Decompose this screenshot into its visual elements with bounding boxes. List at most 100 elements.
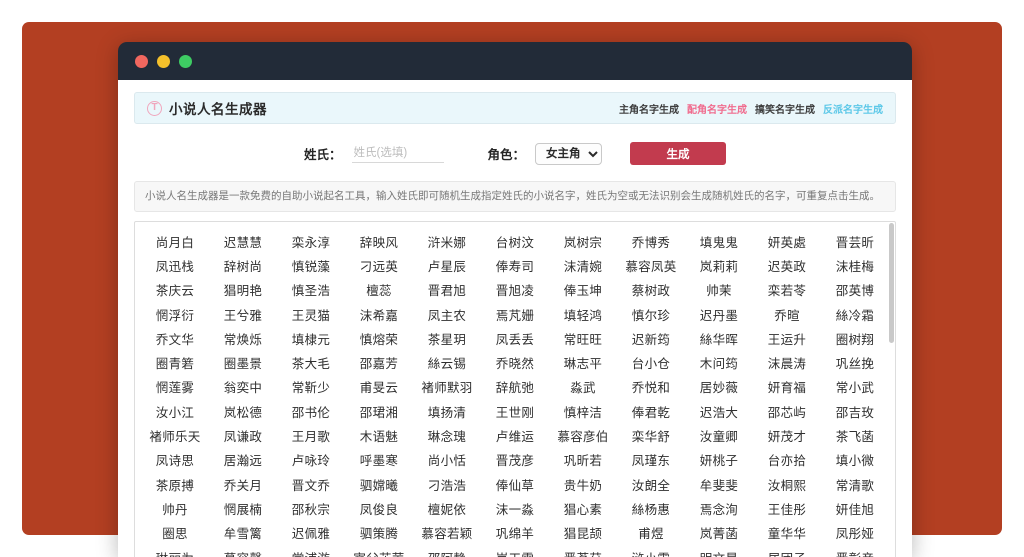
name-cell[interactable]: 沫清婉 xyxy=(549,255,617,279)
name-cell[interactable]: 慕容馨 xyxy=(209,547,277,557)
name-cell[interactable]: 晋文乔 xyxy=(277,474,345,498)
name-cell[interactable]: 尚月白 xyxy=(141,231,209,255)
name-cell[interactable]: 台亦拾 xyxy=(753,449,821,473)
name-cell[interactable]: 絲冷霜 xyxy=(821,304,889,328)
name-cell[interactable]: 驷策腾 xyxy=(345,522,413,546)
name-cell[interactable]: 岚菁菡 xyxy=(685,522,753,546)
name-cell[interactable]: 甫煜 xyxy=(617,522,685,546)
name-cell[interactable]: 汝朗全 xyxy=(617,474,685,498)
name-cell[interactable]: 岚天雪 xyxy=(481,547,549,557)
name-cell[interactable]: 沫晨涛 xyxy=(753,352,821,376)
name-cell[interactable]: 檀妮依 xyxy=(413,498,481,522)
name-cell[interactable]: 迟佩雅 xyxy=(277,522,345,546)
name-cell[interactable]: 絲云锡 xyxy=(413,352,481,376)
name-cell[interactable]: 慕容凤英 xyxy=(617,255,685,279)
name-cell[interactable]: 凤丢丢 xyxy=(481,328,549,352)
name-cell[interactable]: 慎锐藻 xyxy=(277,255,345,279)
name-cell[interactable]: 絲杨惠 xyxy=(617,498,685,522)
name-cell[interactable]: 俸君乾 xyxy=(617,401,685,425)
name-cell[interactable]: 巩绵羊 xyxy=(481,522,549,546)
name-cell[interactable]: 惘浮衍 xyxy=(141,304,209,328)
name-cell[interactable]: 圈思 xyxy=(141,522,209,546)
name-cell[interactable]: 慎梓洁 xyxy=(549,401,617,425)
name-cell[interactable]: 凤俊良 xyxy=(345,498,413,522)
name-cell[interactable]: 常靳少 xyxy=(277,376,345,400)
name-cell[interactable]: 翁奕中 xyxy=(209,376,277,400)
name-cell[interactable]: 呼墨寒 xyxy=(345,449,413,473)
name-cell[interactable]: 尚小恬 xyxy=(413,449,481,473)
name-cell[interactable]: 邵秋宗 xyxy=(277,498,345,522)
name-cell[interactable]: 猖心素 xyxy=(549,498,617,522)
name-cell[interactable]: 慕容若颖 xyxy=(413,522,481,546)
name-cell[interactable]: 琳志平 xyxy=(549,352,617,376)
name-cell[interactable]: 晋旭凌 xyxy=(481,279,549,303)
generate-button[interactable]: 生成 xyxy=(630,142,727,165)
name-cell[interactable]: 乔关月 xyxy=(209,474,277,498)
minimize-window-button[interactable] xyxy=(157,54,170,68)
role-select[interactable]: 女主角 xyxy=(535,142,603,165)
name-cell[interactable]: 常焕烁 xyxy=(209,328,277,352)
name-cell[interactable]: 王佳彤 xyxy=(753,498,821,522)
name-cell[interactable]: 褚师默羽 xyxy=(413,376,481,400)
name-cell[interactable]: 辞映风 xyxy=(345,231,413,255)
name-cell[interactable]: 居瀚远 xyxy=(209,449,277,473)
name-cell[interactable]: 卢星辰 xyxy=(413,255,481,279)
name-cell[interactable]: 圈青箬 xyxy=(141,352,209,376)
name-cell[interactable]: 台小仓 xyxy=(617,352,685,376)
name-cell[interactable]: 凤主农 xyxy=(413,304,481,328)
name-cell[interactable]: 邵书伦 xyxy=(277,401,345,425)
name-cell[interactable]: 迟丹墨 xyxy=(685,304,753,328)
maximize-window-button[interactable] xyxy=(179,54,192,68)
name-cell[interactable]: 慎圣浩 xyxy=(277,279,345,303)
name-cell[interactable]: 琳丽为 xyxy=(141,547,209,557)
name-cell[interactable]: 明文昊 xyxy=(685,547,753,557)
name-cell[interactable]: 圈墨景 xyxy=(209,352,277,376)
name-cell[interactable]: 王兮雅 xyxy=(209,304,277,328)
name-cell[interactable]: 茶星玥 xyxy=(413,328,481,352)
name-cell[interactable]: 栾永淳 xyxy=(277,231,345,255)
name-cell[interactable]: 焉念洵 xyxy=(685,498,753,522)
name-cell[interactable]: 岚树宗 xyxy=(549,231,617,255)
name-cell[interactable]: 茶飞菡 xyxy=(821,425,889,449)
name-cell[interactable]: 宰父芷苪 xyxy=(345,547,413,557)
name-cell[interactable]: 妍育福 xyxy=(753,376,821,400)
name-cell[interactable]: 栾若苓 xyxy=(753,279,821,303)
name-cell[interactable]: 猖明艳 xyxy=(209,279,277,303)
name-cell[interactable]: 浒小霏 xyxy=(617,547,685,557)
name-cell[interactable]: 台树汶 xyxy=(481,231,549,255)
name-cell[interactable]: 迟慧慧 xyxy=(209,231,277,255)
name-cell[interactable]: 辞树尚 xyxy=(209,255,277,279)
name-cell[interactable]: 迟新筠 xyxy=(617,328,685,352)
name-cell[interactable]: 牟雪篱 xyxy=(209,522,277,546)
name-cell[interactable]: 常清歌 xyxy=(821,474,889,498)
name-cell[interactable]: 常旺旺 xyxy=(549,328,617,352)
name-cell[interactable]: 茶庆云 xyxy=(141,279,209,303)
name-cell[interactable]: 填鬼鬼 xyxy=(685,231,753,255)
name-cell[interactable]: 刁远英 xyxy=(345,255,413,279)
names-panel-scrollbar[interactable] xyxy=(889,222,894,343)
name-cell[interactable]: 凤诗思 xyxy=(141,449,209,473)
name-cell[interactable]: 堂浦游 xyxy=(277,547,345,557)
name-cell[interactable]: 凤瑾东 xyxy=(617,449,685,473)
name-cell[interactable]: 迟英政 xyxy=(753,255,821,279)
name-cell[interactable]: 晋芸昕 xyxy=(821,231,889,255)
name-cell[interactable]: 邵英博 xyxy=(821,279,889,303)
name-cell[interactable]: 晋茂彦 xyxy=(481,449,549,473)
close-window-button[interactable] xyxy=(135,54,148,68)
name-cell[interactable]: 刁浩浩 xyxy=(413,474,481,498)
name-cell[interactable]: 乔暄 xyxy=(753,304,821,328)
name-cell[interactable]: 琳念瑰 xyxy=(413,425,481,449)
name-cell[interactable]: 居团子 xyxy=(753,547,821,557)
name-cell[interactable]: 茶大毛 xyxy=(277,352,345,376)
name-cell[interactable]: 驷嫦曦 xyxy=(345,474,413,498)
name-cell[interactable]: 絲华晖 xyxy=(685,328,753,352)
name-cell[interactable]: 妍桃子 xyxy=(685,449,753,473)
name-cell[interactable]: 圈树翔 xyxy=(821,328,889,352)
name-cell[interactable]: 褚师乐天 xyxy=(141,425,209,449)
name-cell[interactable]: 妍佳旭 xyxy=(821,498,889,522)
name-cell[interactable]: 慎熔荣 xyxy=(345,328,413,352)
name-cell[interactable]: 晋君旭 xyxy=(413,279,481,303)
name-cell[interactable]: 惘莲雾 xyxy=(141,376,209,400)
name-cell[interactable]: 卢咏玲 xyxy=(277,449,345,473)
name-cell[interactable]: 王世刚 xyxy=(481,401,549,425)
